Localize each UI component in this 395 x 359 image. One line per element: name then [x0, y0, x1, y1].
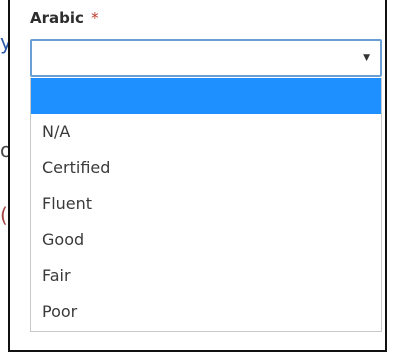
option-na[interactable]: N/A	[31, 114, 381, 150]
field-label: Arabic *	[30, 9, 99, 27]
option-fluent[interactable]: Fluent	[31, 186, 381, 222]
field-label-text: Arabic	[30, 9, 84, 27]
required-marker: *	[91, 9, 99, 27]
arabic-select[interactable]: ▼	[30, 39, 382, 77]
option-fair[interactable]: Fair	[31, 258, 381, 294]
background-text-fragment: (	[0, 203, 8, 227]
option-blank[interactable]	[31, 78, 381, 114]
option-good[interactable]: Good	[31, 222, 381, 258]
chevron-down-icon: ▼	[363, 53, 370, 63]
option-certified[interactable]: Certified	[31, 150, 381, 186]
option-poor[interactable]: Poor	[31, 294, 381, 330]
dropdown-panel: Arabic * ▼ N/A Certified Fluent Good Fai…	[8, 0, 387, 352]
dropdown-options-list: N/A Certified Fluent Good Fair Poor	[30, 78, 382, 332]
